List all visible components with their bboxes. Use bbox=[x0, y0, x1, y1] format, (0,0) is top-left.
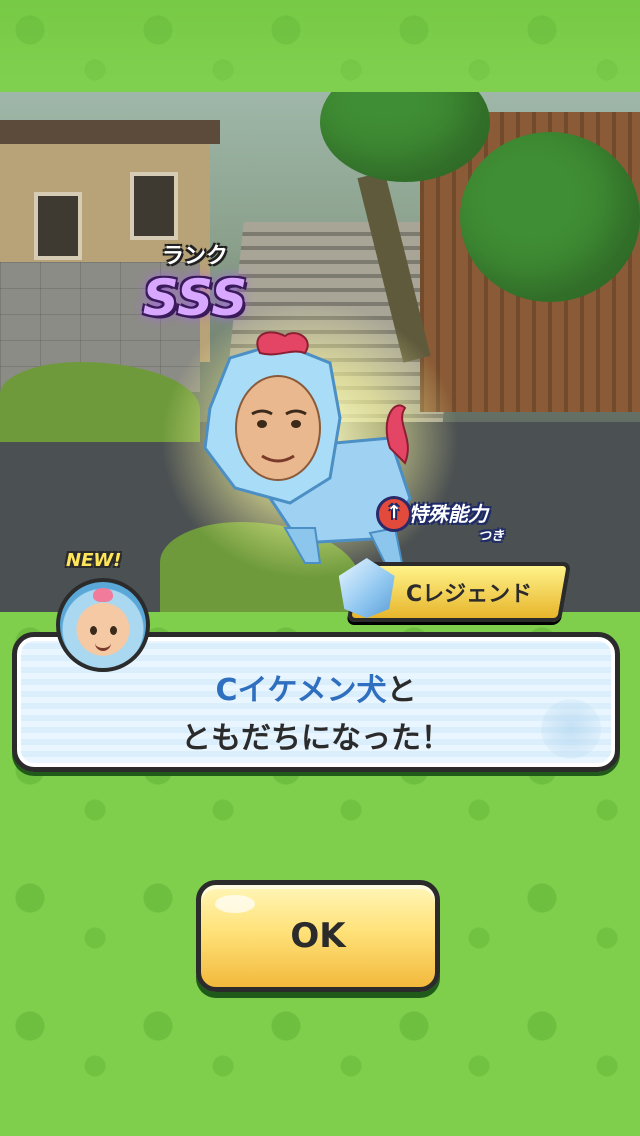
special-ability-label: 特殊能力 bbox=[408, 501, 488, 526]
special-ability-sub: つき bbox=[477, 529, 504, 544]
rank-value: SSS bbox=[142, 269, 248, 327]
creature-legs bbox=[283, 527, 322, 564]
swirl-decoration-icon bbox=[541, 699, 601, 759]
creature-horn bbox=[256, 331, 309, 356]
rank-label: ランク bbox=[161, 244, 228, 269]
special-ability-badge: ↑ 特殊能力 つき bbox=[372, 490, 504, 544]
creature-face bbox=[235, 375, 321, 481]
legend-tag: Cレジェンド bbox=[347, 562, 572, 622]
dialog-particle: と bbox=[386, 673, 417, 708]
tree bbox=[460, 132, 640, 302]
ok-button-label: OK bbox=[290, 916, 346, 956]
new-badge: NEW! bbox=[66, 550, 122, 571]
legend-tag-label: Cレジェンド bbox=[406, 582, 533, 607]
up-arrow-icon: ↑ bbox=[376, 496, 412, 532]
ok-button[interactable]: OK bbox=[196, 880, 440, 992]
character-name: Cイケメン犬 bbox=[215, 673, 387, 708]
character-avatar-icon bbox=[56, 578, 150, 672]
dialog-line-2: ともだちになった！ bbox=[181, 721, 451, 756]
background-pattern-top bbox=[0, 0, 640, 92]
